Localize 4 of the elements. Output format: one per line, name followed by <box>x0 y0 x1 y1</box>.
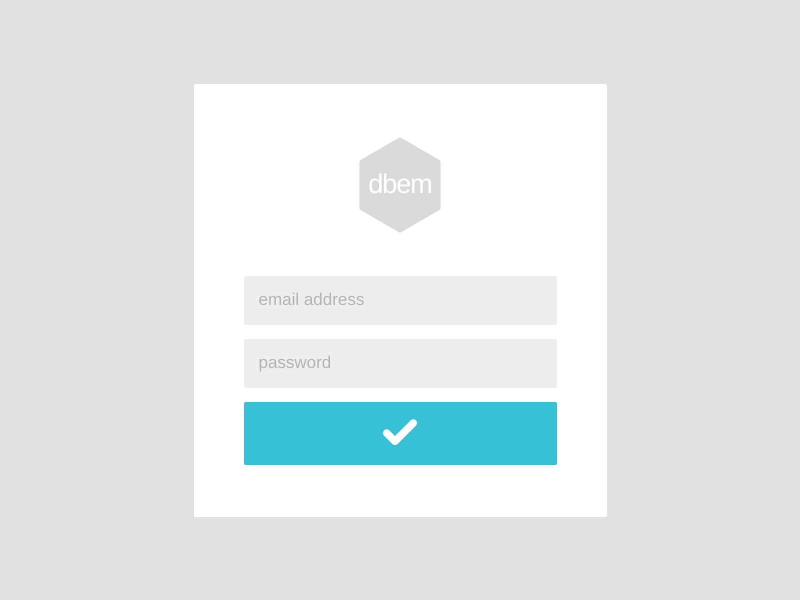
input-field[interactable]: password <box>244 338 556 388</box>
submit-button[interactable] <box>244 402 556 464</box>
hexagon-logo-icon <box>358 136 442 232</box>
input-field[interactable]: email address <box>244 276 556 324</box>
